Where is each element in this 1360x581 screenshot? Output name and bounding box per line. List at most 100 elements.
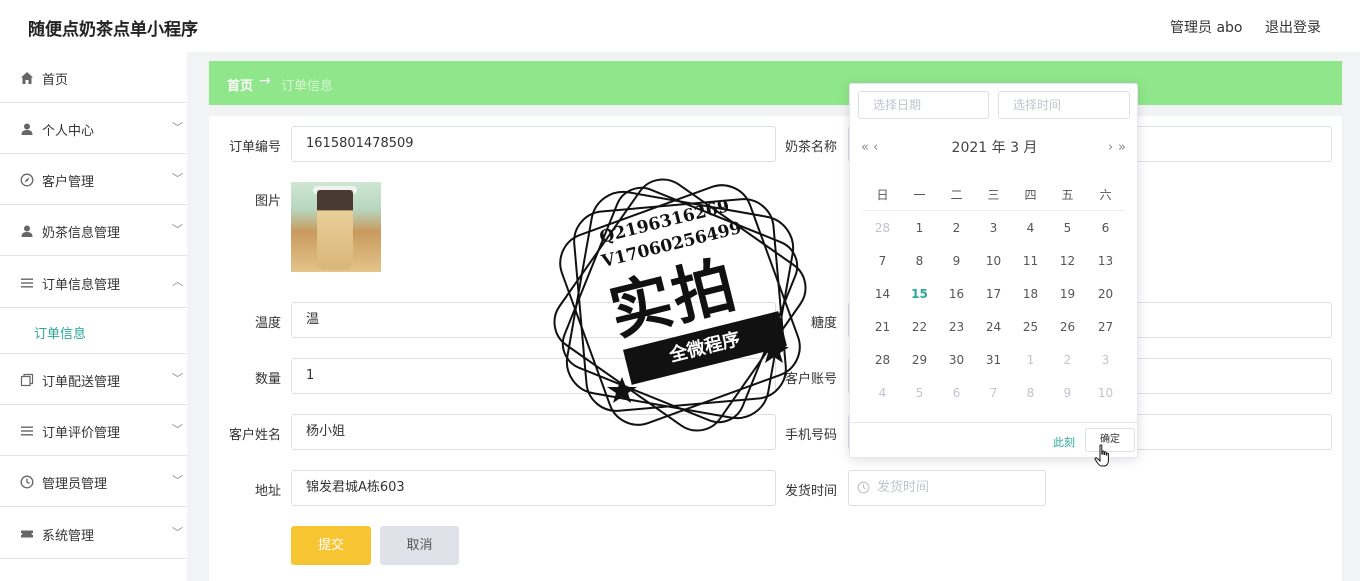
calendar-day[interactable]: 2 <box>938 221 975 235</box>
sidebar-item-delivery[interactable]: 订单配送管理 ﹀ <box>0 354 187 405</box>
breadcrumb: 首页 → 订单信息 <box>209 61 1342 105</box>
sidebar-item-label: 管理员管理 <box>42 477 108 492</box>
cup-shape <box>317 190 353 270</box>
sidebar-item-reviews[interactable]: 订单评价管理 ﹀ <box>0 405 187 456</box>
calendar-day[interactable]: 27 <box>1087 320 1124 334</box>
quantity-label: 数量 <box>254 372 281 387</box>
image-label: 图片 <box>254 194 281 209</box>
calendar-day[interactable]: 10 <box>975 254 1012 268</box>
home-icon <box>20 71 34 85</box>
sidebar-item-customers[interactable]: 客户管理 ﹀ <box>0 154 187 205</box>
calendar-day[interactable]: 30 <box>938 353 975 367</box>
breadcrumb-arrow-icon: → <box>259 73 271 89</box>
calendar-day[interactable]: 3 <box>1087 353 1124 367</box>
calendar-day[interactable]: 13 <box>1087 254 1124 268</box>
tea-name-label: 奶茶名称 <box>784 140 837 155</box>
calendar-day[interactable]: 7 <box>975 386 1012 400</box>
picker-date-input[interactable]: 选择日期 <box>858 91 989 119</box>
datetime-picker-popup: 选择日期 选择时间 « ‹ 2021 年 3 月 › » 日一二三四五六 28 1… <box>849 83 1139 458</box>
now-button[interactable]: 此刻 <box>1053 434 1075 450</box>
calendar-day[interactable]: 5 <box>901 386 938 400</box>
weekday-header: 日 <box>876 188 889 202</box>
clock-icon <box>20 475 34 489</box>
milk-tea-photo <box>291 182 381 272</box>
next-month-button[interactable]: › <box>1108 140 1113 155</box>
calendar-day[interactable]: 25 <box>1012 320 1049 334</box>
admin-label: 管理员 abo <box>1170 20 1243 36</box>
calendar-day[interactable]: 23 <box>938 320 975 334</box>
sidebar-item-profile[interactable]: 个人中心 ﹀ <box>0 103 187 154</box>
sidebar-item-order-info[interactable]: 订单信息管理 ︿ <box>0 257 187 308</box>
calendar-day[interactable]: 26 <box>1049 320 1086 334</box>
temperature-label: 温度 <box>254 316 281 331</box>
calendar-day[interactable]: 18 <box>1012 287 1049 301</box>
sidebar-item-home[interactable]: 首页 <box>0 52 187 103</box>
logout-link[interactable]: 退出登录 <box>1265 17 1321 37</box>
calendar-divider <box>862 210 1125 211</box>
picker-time-input[interactable]: 选择时间 <box>998 91 1130 119</box>
breadcrumb-current: 订单信息 <box>281 79 334 94</box>
calendar-day[interactable]: 22 <box>901 320 938 334</box>
weekday-header: 二 <box>950 188 963 202</box>
calendar-day[interactable]: 20 <box>1087 287 1124 301</box>
address-input[interactable]: 锦发君城A栋603 <box>291 470 776 506</box>
calendar-day[interactable]: 4 <box>1012 221 1049 235</box>
calendar-day[interactable]: 14 <box>864 287 901 301</box>
calendar-day[interactable]: 9 <box>938 254 975 268</box>
sidebar-subitem-order-info[interactable]: 订单信息 <box>0 308 187 354</box>
order-no-input[interactable]: 1615801478509 <box>291 126 776 162</box>
copy-icon <box>20 373 34 387</box>
ship-time-label: 发货时间 <box>784 484 837 499</box>
calendar-day[interactable]: 1 <box>1012 353 1049 367</box>
calendar-day[interactable]: 12 <box>1049 254 1086 268</box>
calendar-day[interactable]: 1 <box>901 221 938 235</box>
weekday-header: 五 <box>1061 188 1074 202</box>
calendar-day[interactable]: 24 <box>975 320 1012 334</box>
calendar-day[interactable]: 31 <box>975 353 1012 367</box>
calendar-day[interactable]: 8 <box>1012 386 1049 400</box>
picker-footer-divider <box>850 422 1139 423</box>
calendar-day[interactable]: 11 <box>1012 254 1049 268</box>
submit-button[interactable]: 提交 <box>291 526 371 565</box>
breadcrumb-home[interactable]: 首页 <box>227 75 253 94</box>
sidebar-item-label: 系统管理 <box>42 529 95 544</box>
calendar-day[interactable]: 8 <box>901 254 938 268</box>
chevron-down-icon: ﹀ <box>172 121 183 134</box>
calendar-day[interactable]: 19 <box>1049 287 1086 301</box>
sidebar-item-admins[interactable]: 管理员管理 ﹀ <box>0 456 187 507</box>
weekday-header: 一 <box>913 188 926 202</box>
sidebar-item-system[interactable]: 系统管理 ﹀ <box>0 508 187 559</box>
ship-time-input[interactable]: 发货时间 <box>848 470 1046 506</box>
calendar-day[interactable]: 16 <box>938 287 975 301</box>
cancel-button[interactable]: 取消 <box>380 526 459 565</box>
calendar-day[interactable]: 28 <box>864 221 901 235</box>
list-icon <box>20 276 34 290</box>
calendar-day[interactable]: 7 <box>864 254 901 268</box>
top-bar: 随便点奶茶点单小程序 管理员 abo 退出登录 <box>0 0 1360 52</box>
calendar-year-month: 2021 年 3 月 <box>951 140 1038 156</box>
calendar-day[interactable]: 10 <box>1087 386 1124 400</box>
sidebar-item-tea-info[interactable]: 奶茶信息管理 ﹀ <box>0 205 187 256</box>
calendar-day[interactable]: 2 <box>1049 353 1086 367</box>
weekday-header: 六 <box>1099 188 1112 202</box>
sidebar-item-label: 个人中心 <box>42 124 95 139</box>
calendar-day[interactable]: 15 <box>901 287 938 301</box>
calendar-day[interactable]: 5 <box>1049 221 1086 235</box>
calendar-day[interactable]: 9 <box>1049 386 1086 400</box>
calendar-day[interactable]: 4 <box>864 386 901 400</box>
calendar-day[interactable]: 28 <box>864 353 901 367</box>
sidebar-item-label: 奶茶信息管理 <box>42 226 121 241</box>
chevron-down-icon: ﹀ <box>172 372 183 385</box>
chevron-down-icon: ﹀ <box>172 474 183 487</box>
calendar-day[interactable]: 3 <box>975 221 1012 235</box>
calendar-day[interactable]: 21 <box>864 320 901 334</box>
sidebar: 首页 个人中心 ﹀ 客户管理 ﹀ 奶茶信息管理 ﹀ 订单信息管理 ︿ 订单信息 <box>0 52 187 581</box>
calendar-day[interactable]: 6 <box>938 386 975 400</box>
chevron-down-icon: ﹀ <box>172 223 183 236</box>
next-year-button[interactable]: » <box>1118 140 1126 155</box>
weekday-header: 四 <box>1024 188 1037 202</box>
calendar-day[interactable]: 29 <box>901 353 938 367</box>
user-icon <box>20 224 34 238</box>
calendar-day[interactable]: 6 <box>1087 221 1124 235</box>
calendar-day[interactable]: 17 <box>975 287 1012 301</box>
